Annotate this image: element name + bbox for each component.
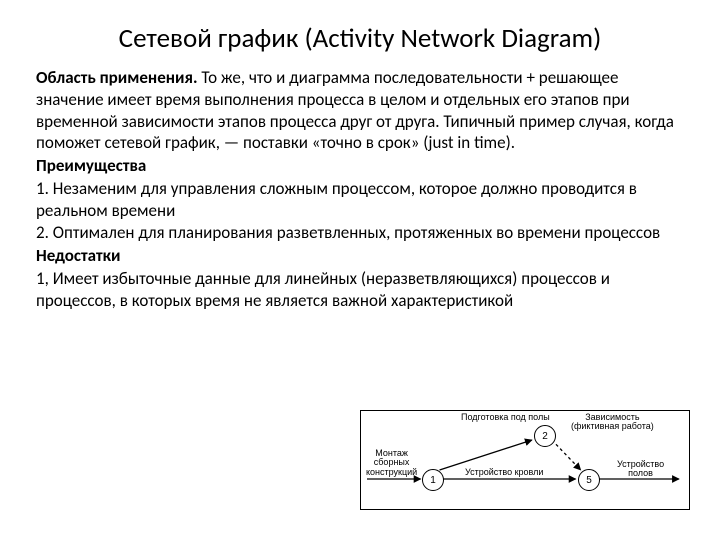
label-dependency: Зависимость (фиктивная работа) [571,413,654,432]
advantage-2: 2. Оптимален для планирования разветвлен… [36,222,684,244]
disadvantages-heading: Недостатки [36,245,684,267]
label-left: Монтаж сборных конструкций [366,449,417,477]
scope-paragraph: Область применения. То же, что и диаграм… [36,67,684,154]
slide-body: Область применения. То же, что и диаграм… [36,67,684,311]
scope-heading: Область применения. [36,67,198,88]
node-2: 2 [534,425,556,447]
label-top: Подготовка под полы [461,413,550,422]
node-1: 1 [422,469,444,491]
network-diagram: 1 2 5 Подготовка под полы Зависимость (ф… [360,410,690,510]
slide-title: Сетевой график (Activity Network Diagram… [36,22,684,55]
label-right: Устройство полов [617,460,664,479]
disadvantage-1: 1, Имеет избыточные данные для линейных … [36,268,684,312]
advantages-heading: Преимущества [36,155,684,177]
advantage-1: 1. Незаменим для управления сложным проц… [36,178,684,222]
label-mid: Устройство кровли [465,468,543,477]
node-5: 5 [578,469,600,491]
